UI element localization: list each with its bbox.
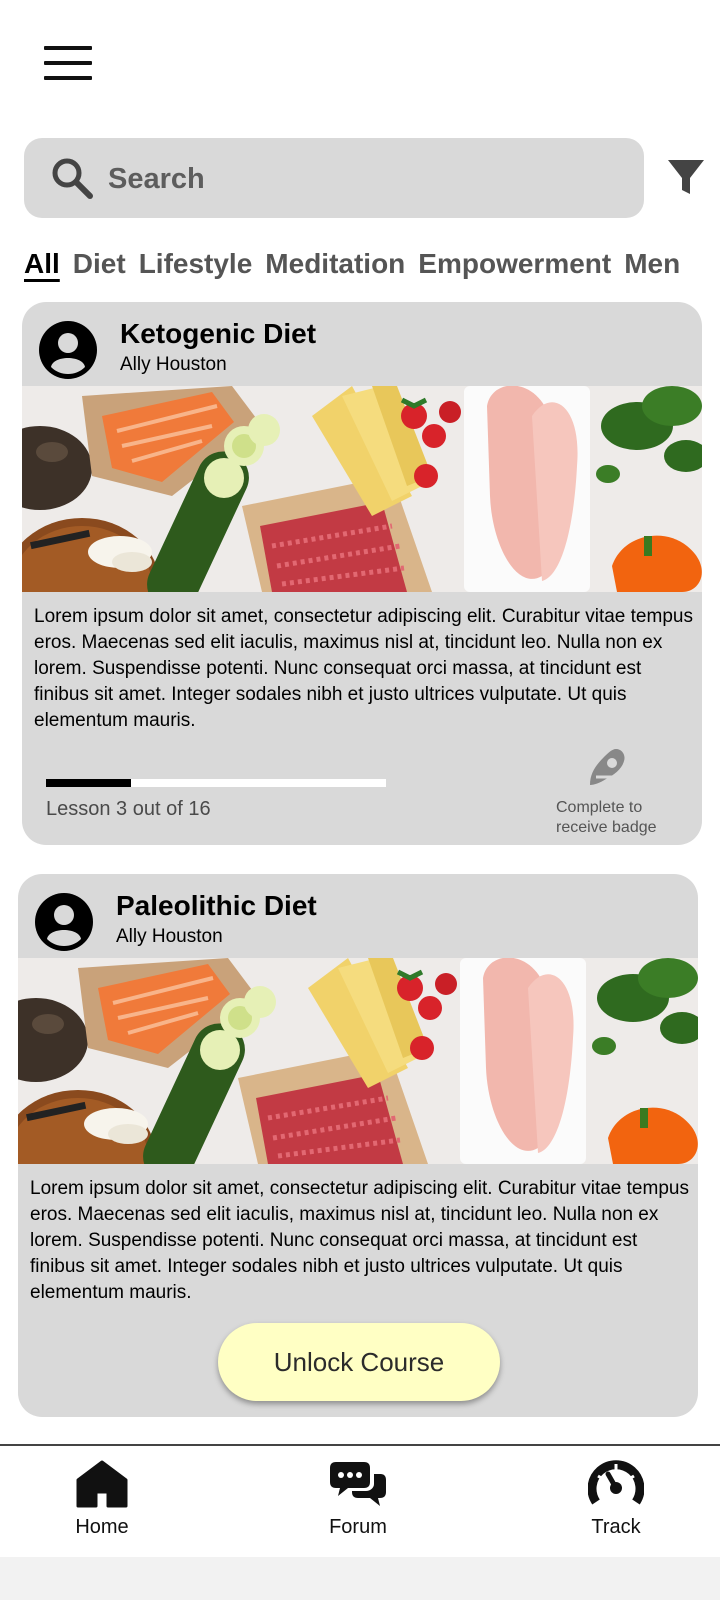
tab-empowerment[interactable]: Empowerment: [418, 248, 611, 280]
hamburger-menu-icon[interactable]: [44, 46, 92, 82]
course-author: Ally Houston: [116, 926, 223, 947]
search-bar[interactable]: [24, 138, 644, 218]
page: All Diet Lifestyle Meditation Empowerment Men…: [0, 0, 720, 1557]
nav-home[interactable]: Home: [42, 1458, 162, 1539]
course-author: Ally Houston: [120, 354, 227, 375]
tab-diet[interactable]: Diet: [73, 248, 126, 280]
bottom-navigation: Home Forum Track: [0, 1444, 720, 1557]
course-image: [18, 958, 698, 1164]
course-description: Lorem ipsum dolor sit amet, consectetur …: [34, 606, 693, 731]
lesson-progress-text: Lesson 3 out of 16: [46, 798, 211, 820]
course-title: Paleolithic Diet: [116, 890, 317, 921]
avatar-icon: [39, 321, 97, 379]
search-icon: [52, 158, 93, 199]
chat-bubbles-icon: [330, 1462, 386, 1506]
course-description: Lorem ipsum dolor sit amet, consectetur …: [30, 1178, 689, 1303]
unlock-course-button[interactable]: Unlock Course: [218, 1323, 500, 1401]
progress-bar: [46, 779, 386, 787]
nav-forum[interactable]: Forum: [298, 1458, 418, 1539]
category-tabs: All Diet Lifestyle Meditation Empowerment Men: [24, 248, 720, 288]
filter-icon[interactable]: [666, 158, 706, 198]
course-card-ketogenic[interactable]: Ketogenic Diet Ally Houston Lorem ipsum …: [22, 302, 702, 845]
tab-all[interactable]: All: [24, 248, 60, 280]
tab-meditation[interactable]: Meditation: [265, 248, 405, 280]
course-card-paleolithic[interactable]: Paleolithic Diet Ally Houston Lorem ipsu…: [18, 874, 698, 1417]
speedometer-icon: [588, 1460, 644, 1505]
search-input[interactable]: [106, 158, 610, 200]
nav-track-label: Track: [591, 1516, 641, 1538]
tab-men[interactable]: Men: [624, 248, 680, 280]
home-icon: [76, 1460, 128, 1508]
badge-caption: Complete to receive badge: [556, 799, 657, 836]
nav-track[interactable]: Track: [556, 1458, 676, 1539]
avatar-icon: [35, 893, 93, 951]
course-image: [22, 386, 702, 592]
progress-bar-fill: [46, 779, 131, 787]
badge-icon: [590, 749, 625, 785]
nav-home-label: Home: [75, 1516, 129, 1538]
tab-lifestyle[interactable]: Lifestyle: [139, 248, 253, 280]
nav-forum-label: Forum: [329, 1516, 387, 1538]
course-title: Ketogenic Diet: [120, 318, 317, 349]
